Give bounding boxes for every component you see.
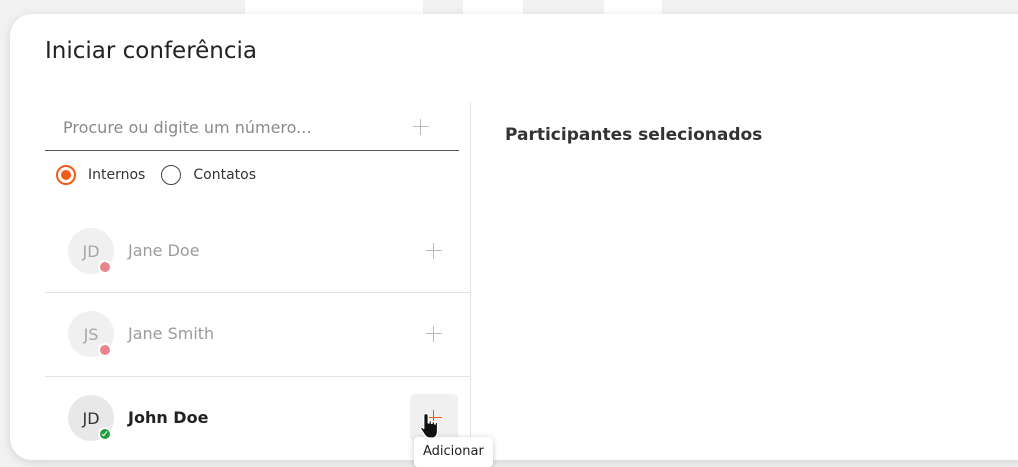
status-online-check-icon (98, 427, 112, 441)
search-box (45, 102, 459, 151)
contact-row: JS Jane Smith (45, 293, 470, 377)
contact-row: JD Jane Doe (45, 210, 470, 293)
radio-internos[interactable]: Internos (56, 165, 145, 185)
add-participant-button[interactable] (410, 227, 458, 275)
add-participant-button[interactable] (410, 310, 458, 358)
status-busy-icon (98, 260, 112, 274)
selected-participants-title: Participantes selecionados (505, 125, 763, 145)
hand-pointer-icon (420, 412, 439, 439)
plus-icon[interactable] (413, 119, 429, 135)
contact-name: Jane Smith (128, 324, 215, 343)
contact-source-filter: Internos Contatos (56, 164, 272, 186)
start-conference-dialog: Iniciar conferência Internos Contatos JD… (10, 14, 1018, 467)
status-busy-icon (98, 343, 112, 357)
participant-search-panel: Internos Contatos JD Jane Doe JS Jane Sm… (45, 102, 493, 467)
selected-participants-panel: Participantes selecionados (505, 125, 762, 145)
radio-contatos[interactable]: Contatos (161, 165, 256, 185)
plus-icon (426, 243, 442, 259)
radio-unchecked-icon[interactable] (161, 165, 182, 185)
search-input[interactable] (63, 112, 393, 142)
add-tooltip: Adicionar (414, 437, 493, 467)
contact-name: Jane Doe (128, 241, 200, 260)
dialog-title: Iniciar conferência (45, 38, 257, 64)
contact-list: JD Jane Doe JS Jane Smith JD John Doe (45, 210, 470, 461)
contact-name: John Doe (128, 408, 209, 427)
radio-label-internos: Internos (88, 167, 146, 183)
contact-row: JD John Doe (45, 377, 470, 461)
radio-checked-icon[interactable] (56, 165, 76, 185)
plus-icon (426, 326, 442, 342)
radio-label-contatos: Contatos (193, 167, 256, 183)
